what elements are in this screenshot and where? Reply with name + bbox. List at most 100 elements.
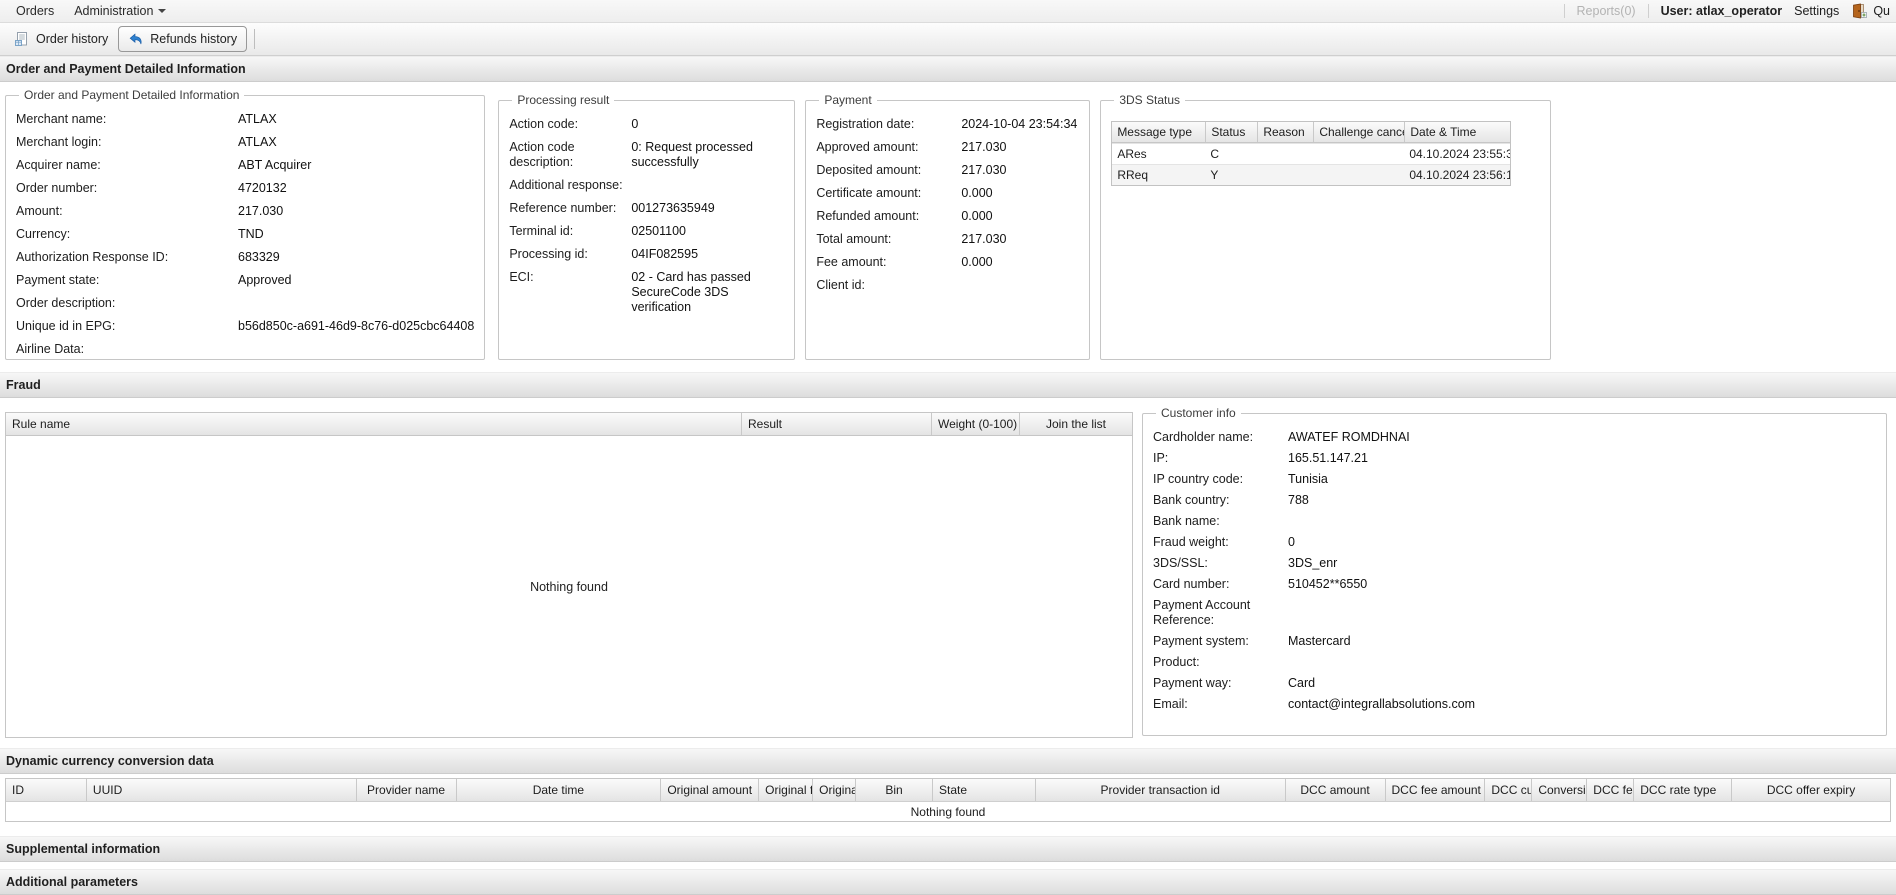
field-row: Certificate amount: 0.000 [816, 186, 993, 200]
field-row: Order description: [16, 296, 116, 310]
processing-result-fieldset: Processing result Action code: 0 Action c… [498, 93, 796, 360]
field-row: Cardholder name: AWATEF ROMDHNAI [1153, 430, 1410, 444]
field-row: Terminal id: 02501100 [509, 224, 686, 238]
field-row: Deposited amount: 217.030 [816, 163, 1007, 177]
column-header: State [932, 779, 1035, 801]
column-header: Bin [855, 779, 932, 801]
payment-fieldset: Payment Registration date: 2024-10-04 23:… [805, 93, 1091, 360]
dcc-section-title: Dynamic currency conversion data [6, 754, 214, 768]
supplemental-section-header: Supplemental information [0, 836, 1896, 862]
dcc-content: ID UUID Provider name Date time Original… [0, 774, 1896, 830]
column-header: Provider name [355, 779, 456, 801]
fraud-section-header: Fraud [0, 372, 1896, 398]
user-label: User: atlax_operator [1660, 4, 1783, 18]
field-row: Approved amount: 217.030 [816, 140, 1007, 154]
fraud-section-title: Fraud [6, 378, 41, 392]
menu-administration[interactable]: Administration [64, 2, 176, 20]
menu-administration-label: Administration [74, 4, 154, 18]
field-row: Currency: TND [16, 227, 264, 241]
menubar-right: Reports(0) User: atlax_operator Settings… [1563, 3, 1890, 19]
field-row: Payment system: Mastercard [1153, 634, 1351, 648]
menubar: Orders Administration Reports(0) User: a… [0, 0, 1896, 23]
threeds-table: Message type Status Reason Challenge can… [1111, 121, 1512, 186]
fraud-table: Rule name Result Weight (0-100) Join the… [5, 412, 1133, 738]
payment-legend: Payment [824, 93, 872, 107]
column-header: Rule name [12, 417, 71, 431]
column-header: Reason [1257, 122, 1313, 142]
menu-settings[interactable]: Settings [1794, 4, 1839, 18]
table-row: ARes C 04.10.2024 23:55:39 [1112, 143, 1511, 164]
quit-label: Qu [1873, 4, 1890, 18]
column-header: Status [1205, 122, 1257, 142]
threeds-table-header: Message type Status Reason Challenge can… [1112, 122, 1511, 143]
refunds-history-label: Refunds history [150, 32, 238, 46]
field-row: Payment state: Approved [16, 273, 292, 287]
column-header: Join the list [1019, 413, 1132, 435]
order-info-fieldset: Order and Payment Detailed Information M… [5, 88, 486, 360]
customer-info-legend: Customer info [1161, 406, 1236, 420]
dcc-section-header: Dynamic currency conversion data [0, 748, 1896, 774]
additional-params-section-header: Additional parameters [0, 869, 1896, 895]
column-header: DCC offer expiry [1731, 779, 1890, 801]
refunds-history-button[interactable]: Refunds history [118, 26, 248, 52]
order-info-legend: Order and Payment Detailed Information [24, 88, 240, 102]
additional-params-section-title: Additional parameters [6, 875, 138, 889]
column-header: Conversi [1531, 779, 1586, 801]
menu-orders-label: Orders [16, 4, 55, 18]
chevron-down-icon [158, 9, 167, 13]
fraud-content: Rule name Result Weight (0-100) Join the… [0, 398, 1896, 746]
field-row: Merchant name: ATLAX [16, 112, 277, 126]
field-row: Product: [1153, 655, 1200, 669]
quit-button[interactable]: Qu [1851, 3, 1890, 19]
field-row: Action code: 0 [509, 117, 639, 131]
column-header: DCC curr [1484, 779, 1531, 801]
field-row: ECI: 02 - Card has passed SecureCode 3DS … [509, 270, 751, 314]
spacer [0, 862, 1896, 869]
field-row: Unique id in EPG: b56d850c-a691-46d9-8c76… [16, 319, 475, 333]
column-header: Original amount [660, 779, 758, 801]
threeds-status-legend: 3DS Status [1119, 93, 1181, 107]
field-row: Total amount: 217.030 [816, 232, 1007, 246]
order-history-label: Order history [36, 32, 109, 46]
column-header: Original c [812, 779, 855, 801]
column-header: Message type [1117, 125, 1193, 139]
column-header: DCC fee amount [1384, 779, 1485, 801]
separator [1563, 4, 1565, 18]
column-header: Challenge cancel [1313, 122, 1404, 142]
column-header: UUID [85, 779, 356, 801]
field-row: Additional response: [509, 178, 623, 192]
column-header: Result [741, 413, 931, 435]
field-row: Fraud weight: 0 [1153, 535, 1295, 549]
field-row: Merchant login: ATLAX [16, 135, 277, 149]
field-row: Bank country: 788 [1153, 493, 1309, 507]
fraud-table-empty: Nothing found [6, 436, 1132, 737]
field-row: Registration date: 2024-10-04 23:54:34 [816, 117, 1078, 131]
order-history-button[interactable]: Order history [4, 26, 118, 52]
dcc-table: ID UUID Provider name Date time Original… [5, 778, 1891, 822]
field-row: Acquirer name: ABT Acquirer [16, 158, 312, 172]
field-row: Email: contact@integrallabsolutions.com [1153, 697, 1476, 711]
menu-reports[interactable]: Reports(0) [1577, 4, 1636, 18]
customer-info-fieldset: Customer info Cardholder name: AWATEF ROM… [1142, 406, 1887, 736]
threeds-status-fieldset: 3DS Status Message type Status Reason Ch… [1100, 93, 1552, 360]
column-header: DCC rate type [1633, 779, 1731, 801]
field-row: Payment Account Reference: [1153, 598, 1251, 627]
fraud-table-header: Rule name Result Weight (0-100) Join the… [6, 413, 1132, 436]
field-row: Authorization Response ID: 683329 [16, 250, 280, 264]
menu-orders[interactable]: Orders [6, 2, 64, 20]
toolbar: Order history Refunds history [0, 23, 1896, 56]
supplemental-section-title: Supplemental information [6, 842, 161, 856]
table-row: RReq Y 04.10.2024 23:56:12 [1112, 164, 1511, 185]
column-header: DCC fee [1586, 779, 1633, 801]
main-section-header: Order and Payment Detailed Information [0, 56, 1896, 82]
field-row: Airline Data: [16, 342, 85, 356]
field-row: Card number: 510452**6550 [1153, 577, 1368, 591]
field-row: Fee amount: 0.000 [816, 255, 993, 269]
column-header: Provider transaction id [1034, 779, 1285, 801]
dcc-table-empty: Nothing found [6, 802, 1890, 821]
column-header: Date time [455, 779, 661, 801]
field-row: Reference number: 001273635949 [509, 201, 715, 215]
field-row: IP country code: Tunisia [1153, 472, 1328, 486]
field-row: Client id: [816, 278, 865, 292]
separator [254, 29, 256, 49]
